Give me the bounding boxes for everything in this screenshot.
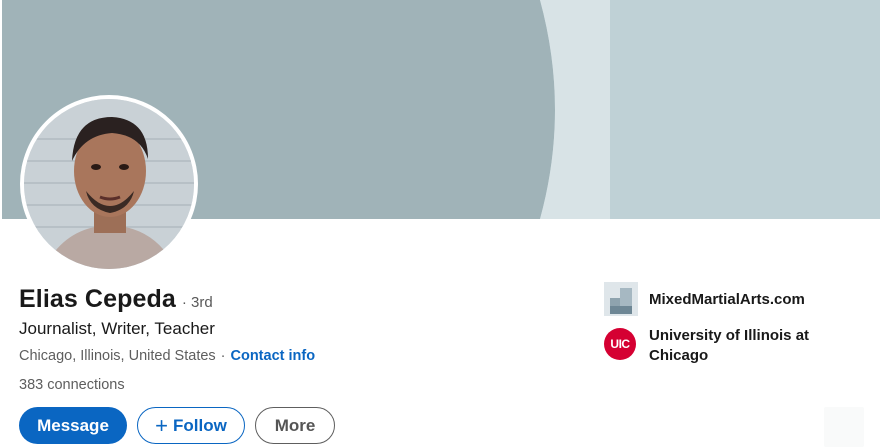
follow-button-label: Follow bbox=[173, 415, 227, 435]
name-row: Elias Cepeda · 3rd bbox=[19, 285, 213, 314]
uic-logo-icon: UIC bbox=[604, 326, 638, 360]
uic-logo-mark: UIC bbox=[604, 328, 636, 360]
profile-side-info: MixedMartialArts.com UIC University of I… bbox=[604, 282, 864, 376]
avatar bbox=[24, 99, 194, 269]
school-name: University of Illinois at Chicago bbox=[649, 327, 810, 364]
connections-count[interactable]: 383 connections bbox=[19, 377, 125, 393]
follow-button[interactable]: + Follow bbox=[137, 407, 245, 444]
profile-actions: Message + Follow More bbox=[19, 407, 335, 444]
profile-photo[interactable] bbox=[20, 95, 198, 273]
overlay-placeholder bbox=[824, 407, 864, 447]
location-row: Chicago, Illinois, United States · Conta… bbox=[19, 348, 315, 364]
location-separator: · bbox=[220, 348, 226, 364]
more-button[interactable]: More bbox=[255, 407, 335, 444]
current-company[interactable]: MixedMartialArts.com bbox=[604, 282, 864, 316]
connection-degree: · 3rd bbox=[181, 294, 213, 311]
contact-info-link[interactable]: Contact info bbox=[231, 348, 316, 364]
profile-location: Chicago, Illinois, United States bbox=[19, 348, 216, 364]
education-school[interactable]: UIC University of Illinois at Chicago bbox=[604, 326, 864, 366]
profile-headline: Journalist, Writer, Teacher bbox=[19, 319, 215, 338]
message-button-label: Message bbox=[37, 415, 109, 435]
message-button[interactable]: Message bbox=[19, 407, 127, 444]
company-logo-icon bbox=[604, 282, 638, 316]
profile-name: Elias Cepeda bbox=[19, 285, 176, 313]
more-button-label: More bbox=[274, 415, 316, 435]
company-name: MixedMartialArts.com bbox=[649, 291, 805, 308]
plus-icon: + bbox=[155, 412, 169, 438]
